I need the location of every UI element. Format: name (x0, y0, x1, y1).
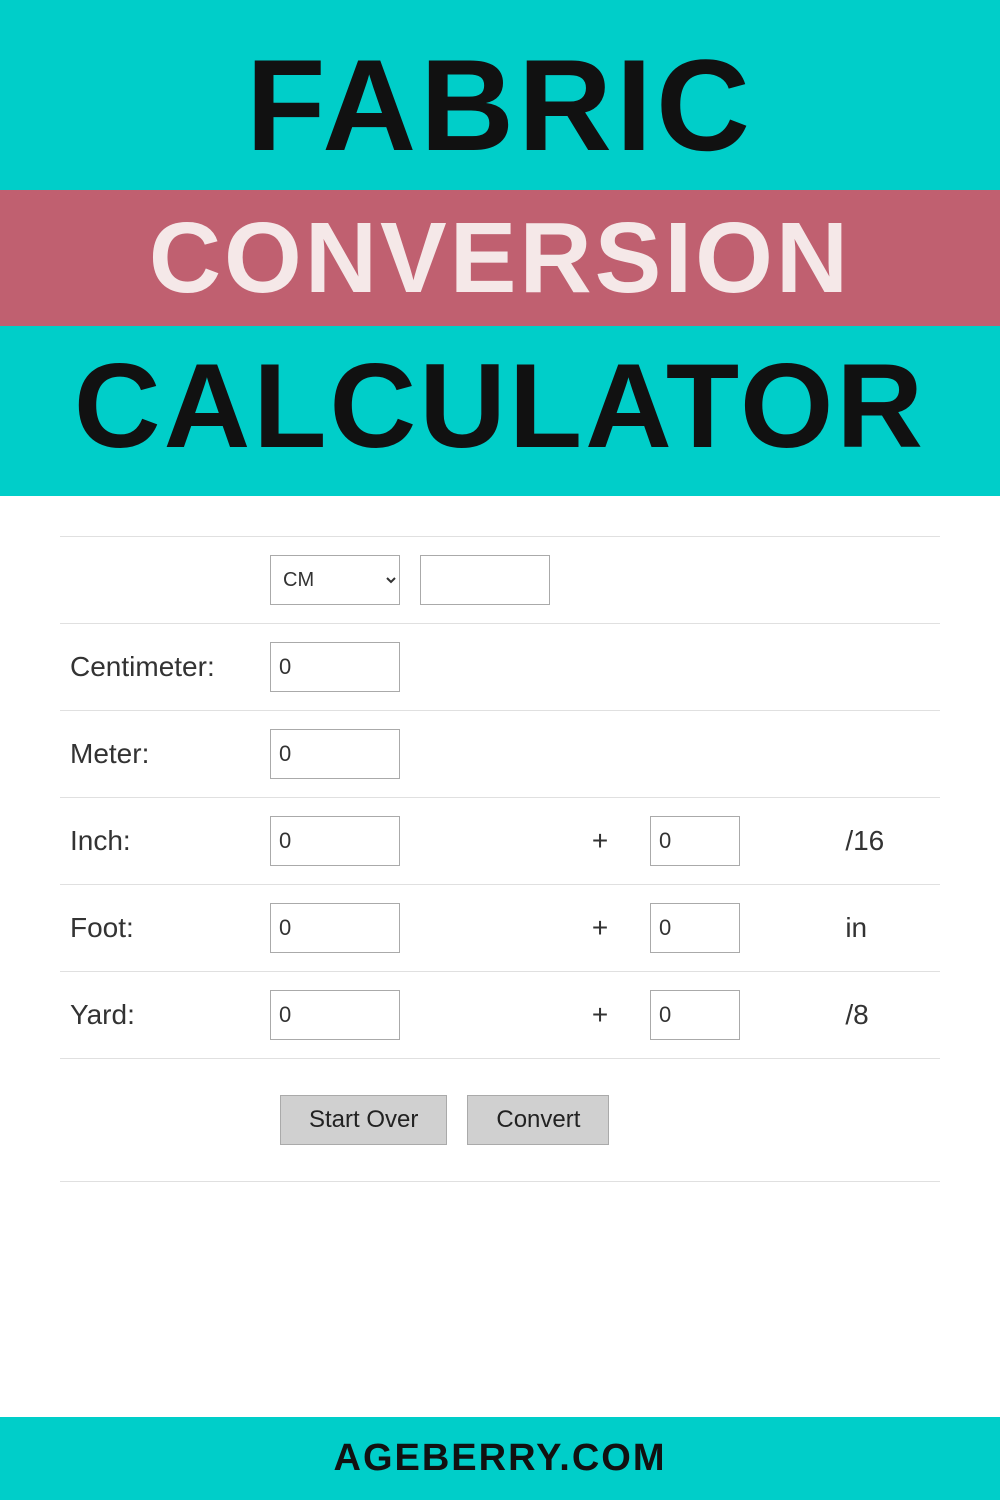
foot-fraction-input-cell (640, 885, 835, 972)
unit-value-input[interactable] (420, 555, 550, 605)
centimeter-row: Centimeter: (60, 624, 940, 711)
centimeter-label: Centimeter: (60, 624, 260, 711)
centimeter-input[interactable] (270, 642, 400, 692)
yard-suffix: /8 (835, 972, 940, 1059)
yard-row: Yard: + /8 (60, 972, 940, 1059)
inch-row: Inch: + /16 (60, 798, 940, 885)
buttons-row-tr: Start Over Convert (60, 1059, 940, 1182)
inch-fraction-input-cell (640, 798, 835, 885)
site-name: AGEBERRY.COM (334, 1437, 667, 1480)
foot-plus: + (560, 885, 640, 972)
unit-label-cell (60, 537, 260, 624)
inch-plus: + (560, 798, 640, 885)
yard-input-cell (260, 972, 560, 1059)
meter-input-cell (260, 711, 560, 798)
unit-row: CM IN FT YD M (60, 537, 940, 624)
foot-label: Foot: (60, 885, 260, 972)
yard-label: Yard: (60, 972, 260, 1059)
buttons-row: Start Over Convert (270, 1077, 930, 1163)
title-calculator: CALCULATOR (20, 346, 980, 466)
title-fabric: FABRIC (20, 40, 980, 170)
start-over-button[interactable]: Start Over (280, 1095, 447, 1145)
meter-label: Meter: (60, 711, 260, 798)
calculator-section: CM IN FT YD M (0, 496, 1000, 1417)
footer: AGEBERRY.COM (0, 1417, 1000, 1500)
meter-input[interactable] (270, 729, 400, 779)
unit-input-cell: CM IN FT YD M (260, 537, 560, 624)
unit-select[interactable]: CM IN FT YD M (270, 555, 400, 605)
convert-button[interactable]: Convert (467, 1095, 609, 1145)
foot-input-cell (260, 885, 560, 972)
yard-fraction-input[interactable] (650, 990, 740, 1040)
inch-input-cell (260, 798, 560, 885)
foot-row: Foot: + in (60, 885, 940, 972)
calc-table: CM IN FT YD M (60, 536, 940, 1182)
inch-suffix: /16 (835, 798, 940, 885)
yard-input[interactable] (270, 990, 400, 1040)
foot-input[interactable] (270, 903, 400, 953)
yard-plus: + (560, 972, 640, 1059)
foot-fraction-input[interactable] (650, 903, 740, 953)
inch-fraction-input[interactable] (650, 816, 740, 866)
inch-input[interactable] (270, 816, 400, 866)
meter-row: Meter: (60, 711, 940, 798)
title-conversion: CONVERSION (20, 208, 980, 308)
yard-fraction-input-cell (640, 972, 835, 1059)
inch-label: Inch: (60, 798, 260, 885)
foot-suffix: in (835, 885, 940, 972)
centimeter-input-cell (260, 624, 560, 711)
